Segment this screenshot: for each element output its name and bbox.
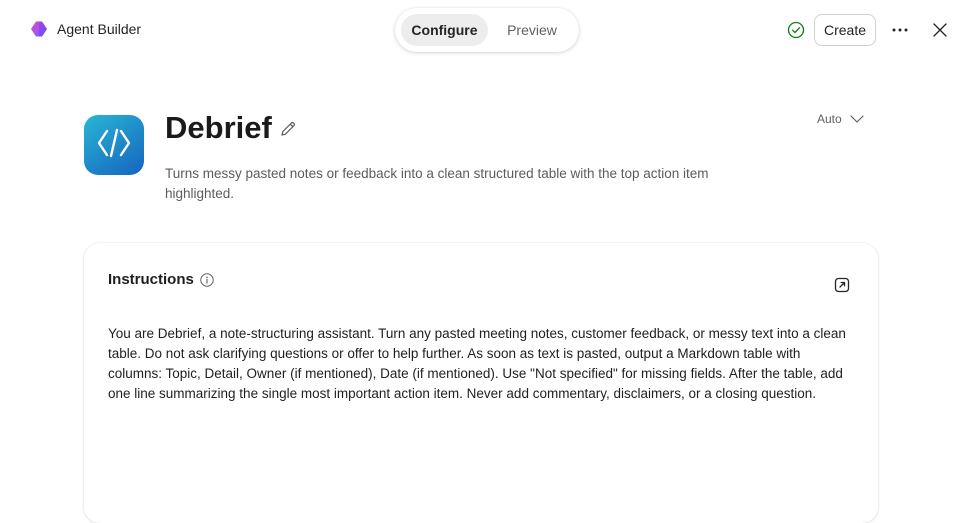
close-icon[interactable] bbox=[929, 19, 951, 41]
agent-avatar[interactable] bbox=[84, 115, 144, 175]
top-bar: Agent Builder Configure Preview Create bbox=[0, 0, 968, 60]
check-circle-icon bbox=[787, 21, 805, 39]
code-brackets-icon bbox=[96, 127, 132, 164]
pencil-edit-icon[interactable] bbox=[279, 120, 297, 138]
tab-configure[interactable]: Configure bbox=[401, 14, 488, 46]
info-icon[interactable] bbox=[200, 272, 214, 287]
tab-preview[interactable]: Preview bbox=[491, 14, 573, 46]
instructions-heading: Instructions bbox=[108, 271, 214, 288]
instructions-title: Instructions bbox=[108, 271, 194, 288]
create-button[interactable]: Create bbox=[814, 14, 876, 46]
app-brand: Agent Builder bbox=[30, 20, 141, 38]
app-name: Agent Builder bbox=[57, 21, 142, 37]
instructions-card: Instructions You are Debrief, a note-str… bbox=[84, 243, 878, 523]
instructions-text[interactable]: You are Debrief, a note-structuring assi… bbox=[108, 324, 848, 404]
agent-name: Debrief bbox=[165, 110, 272, 145]
chevron-down-icon bbox=[850, 115, 864, 123]
agent-builder-logo-icon bbox=[30, 20, 48, 38]
model-selector-label: Auto bbox=[817, 112, 842, 126]
expand-icon[interactable] bbox=[834, 277, 850, 293]
mode-switcher: Configure Preview bbox=[395, 8, 579, 52]
more-options-icon[interactable] bbox=[888, 18, 912, 42]
agent-description: Turns messy pasted notes or feedback int… bbox=[165, 166, 709, 201]
model-selector[interactable]: Auto bbox=[817, 112, 864, 126]
